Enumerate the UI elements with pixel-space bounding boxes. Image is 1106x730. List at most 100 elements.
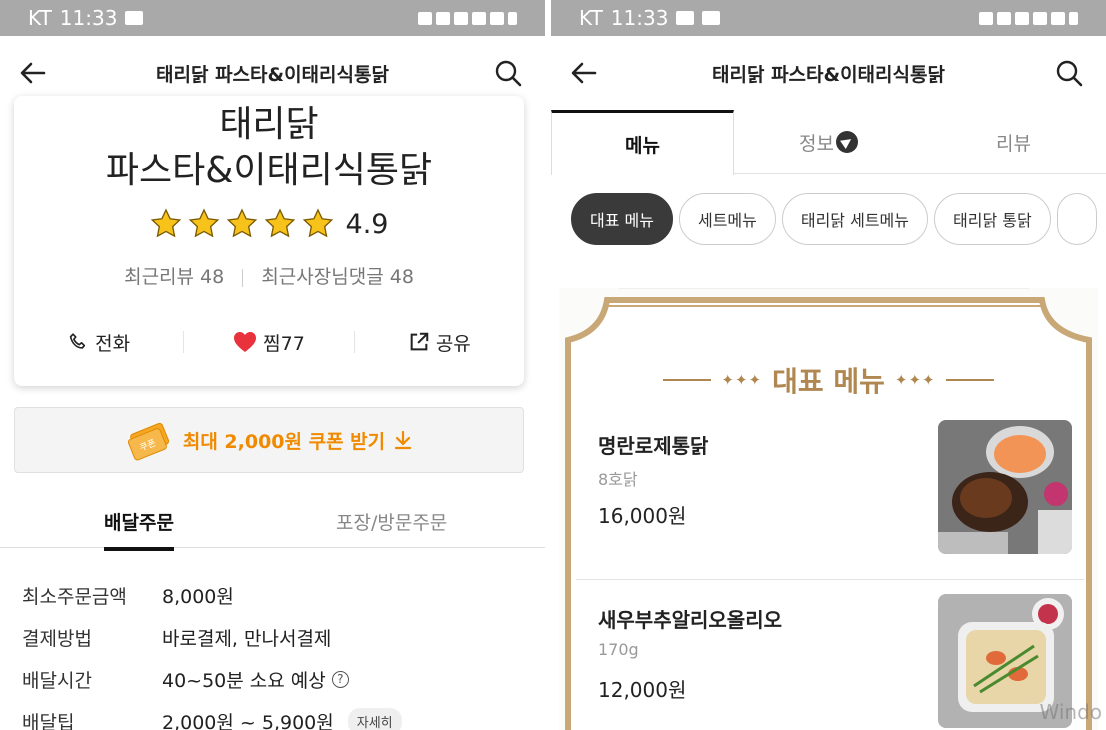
tab-delivery[interactable]: 배달주문 — [104, 508, 174, 551]
alarm-icon — [979, 11, 993, 25]
page-title: 태리닭 파스타&이태리식통닭 — [712, 63, 945, 86]
signal-icon — [490, 11, 504, 25]
detail-button[interactable]: 자세히 — [347, 707, 402, 730]
tab-review[interactable]: 리뷰 — [921, 110, 1106, 174]
coupon-ticket-icon: 쿠폰 — [127, 422, 169, 461]
delivery-info-table: 최소주문금액 8,000원 결제방법 바로결제, 만나서결제 배달시간 40~5… — [22, 574, 402, 730]
mute-icon — [436, 11, 450, 25]
download-icon — [395, 430, 412, 450]
ornament-dots: ✦✦✦ — [894, 371, 936, 389]
like-label: 찜77 — [263, 332, 305, 355]
menu-item-name: 명란로제통닭 — [598, 434, 709, 458]
tab-info[interactable]: 정보 — [736, 110, 921, 174]
divider — [576, 579, 1084, 580]
store-name-line2: 파스타&이태리식통닭 — [105, 150, 433, 191]
info-label: 배달시간 — [22, 669, 92, 692]
rating-row: 4.9 — [14, 208, 524, 240]
share-label: 공유 — [435, 332, 471, 355]
hd-icon — [472, 11, 486, 25]
board-title-text: 대표 메뉴 — [772, 365, 885, 398]
coupon-banner[interactable]: 쿠폰 최대 2,000원 쿠폰 받기 — [14, 407, 524, 473]
info-value: 8,000원 — [162, 585, 234, 608]
watermark-text: Windo — [1039, 700, 1103, 724]
menu-item[interactable]: 새우부추알리오올리오 170g 12,000원 — [576, 582, 1084, 730]
page-title: 태리닭 파스타&이태리식통닭 — [156, 63, 389, 86]
info-label: 결제방법 — [22, 627, 92, 650]
tab-menu[interactable]: 메뉴 — [551, 110, 734, 175]
star-icon — [188, 208, 219, 238]
back-arrow-icon[interactable] — [18, 58, 48, 88]
menu-board: ✦✦✦ 대표 메뉴 ✦✦✦ 명란로제통닭 8호닭 16,000원 새우부추알리오… — [559, 288, 1098, 730]
menu-item-price: 16,000원 — [598, 504, 687, 528]
star-icon — [150, 208, 181, 238]
share-button[interactable]: 공유 — [355, 329, 524, 356]
rating-value: 4.9 — [345, 208, 389, 240]
chip-taeri-set-menu[interactable]: 태리닭 세트메뉴 — [781, 193, 928, 245]
mute-icon — [997, 11, 1011, 25]
search-icon[interactable] — [1054, 58, 1084, 88]
menu-item-desc: 170g — [598, 640, 639, 659]
ornament-line — [945, 379, 994, 381]
store-actions: 전화 찜77 공유 — [14, 322, 524, 362]
tab-pickup[interactable]: 포장/방문주문 — [336, 508, 447, 535]
store-name: 태리닭 파스타&이태리식통닭 — [14, 102, 524, 194]
wifi-icon — [1015, 11, 1029, 25]
ornament-dots: ✦✦✦ — [721, 371, 763, 389]
status-bar: KT 11:33 — [0, 0, 545, 36]
app-bar: 태리닭 파스타&이태리식통닭 — [551, 36, 1106, 110]
menu-item-price: 12,000원 — [598, 678, 687, 702]
info-value-wrap: 2,000원 ~ 5,900원 자세히 — [162, 707, 402, 730]
alarm-icon — [418, 11, 432, 25]
delivery-tip-value: 2,000원 ~ 5,900원 — [162, 711, 334, 730]
tab-review-label: 리뷰 — [996, 132, 1031, 155]
menu-screen: KT 11:33 태리닭 파스타&이태리식통닭 메뉴 정보 리뷰 대표 메뉴 세… — [551, 0, 1106, 730]
owner-reply-count[interactable]: 최근사장님댓글 48 — [261, 266, 414, 288]
review-counts: 최근리뷰 48 최근사장님댓글 48 — [14, 262, 524, 289]
star-icon — [302, 208, 333, 238]
help-icon[interactable]: ? — [331, 670, 349, 688]
heart-icon — [234, 332, 257, 352]
call-button[interactable]: 전화 — [14, 329, 183, 356]
hd-icon — [1033, 11, 1047, 25]
wifi-icon — [454, 11, 468, 25]
menu-item[interactable]: 명란로제통닭 8호닭 16,000원 — [576, 408, 1084, 580]
info-row: 배달팁 2,000원 ~ 5,900원 자세히 — [22, 700, 402, 730]
star-icon — [226, 208, 257, 238]
ornament-line — [663, 379, 712, 381]
chip-set-menu[interactable]: 세트메뉴 — [678, 193, 776, 245]
message-icon — [702, 11, 721, 25]
delivery-time-value: 40~50분 소요 예상 — [162, 669, 326, 692]
info-value: 바로결제, 만나서결제 — [162, 627, 332, 650]
share-icon — [410, 332, 429, 351]
phone-icon — [69, 333, 86, 349]
menu-item-name: 새우부추알리오올리오 — [598, 608, 782, 632]
info-value-wrap: 40~50분 소요 예상 ? — [162, 666, 349, 693]
tab-menu-label: 메뉴 — [625, 134, 660, 157]
message-icon — [125, 11, 144, 25]
recent-review-count[interactable]: 최근리뷰 48 — [124, 266, 224, 288]
like-button[interactable]: 찜77 — [184, 329, 353, 356]
battery-icon — [508, 11, 517, 25]
info-row: 결제방법 바로결제, 만나서결제 — [22, 616, 402, 658]
notice-icon — [835, 131, 858, 153]
tab-info-label: 정보 — [799, 132, 834, 155]
chip-signature-menu[interactable]: 대표 메뉴 — [571, 193, 673, 245]
coupon-text: 최대 2,000원 쿠폰 받기 — [182, 430, 386, 453]
store-home-screen: KT 11:33 태리닭 파스타&이태리식통닭 태리닭 파스타&이태리식통닭 4… — [0, 0, 545, 730]
clock: 11:33 — [610, 6, 669, 30]
divider — [242, 268, 244, 287]
battery-icon — [1069, 11, 1078, 25]
chip-taeri-chicken[interactable]: 태리닭 통닭 — [934, 193, 1051, 245]
info-label: 배달팁 — [22, 711, 75, 730]
search-icon[interactable] — [493, 58, 523, 88]
image-icon — [676, 11, 695, 25]
info-row: 최소주문금액 8,000원 — [22, 574, 402, 616]
menu-item-photo — [938, 420, 1072, 554]
status-bar: KT 11:33 — [551, 0, 1106, 36]
back-arrow-icon[interactable] — [569, 58, 599, 88]
menu-category-chips: 대표 메뉴 세트메뉴 태리닭 세트메뉴 태리닭 통닭 — [571, 193, 1097, 245]
board-title: ✦✦✦ 대표 메뉴 ✦✦✦ — [559, 360, 1098, 400]
info-row: 배달시간 40~50분 소요 예상 ? — [22, 658, 402, 700]
signal-icon — [1051, 11, 1065, 25]
chip-more[interactable] — [1056, 193, 1097, 245]
